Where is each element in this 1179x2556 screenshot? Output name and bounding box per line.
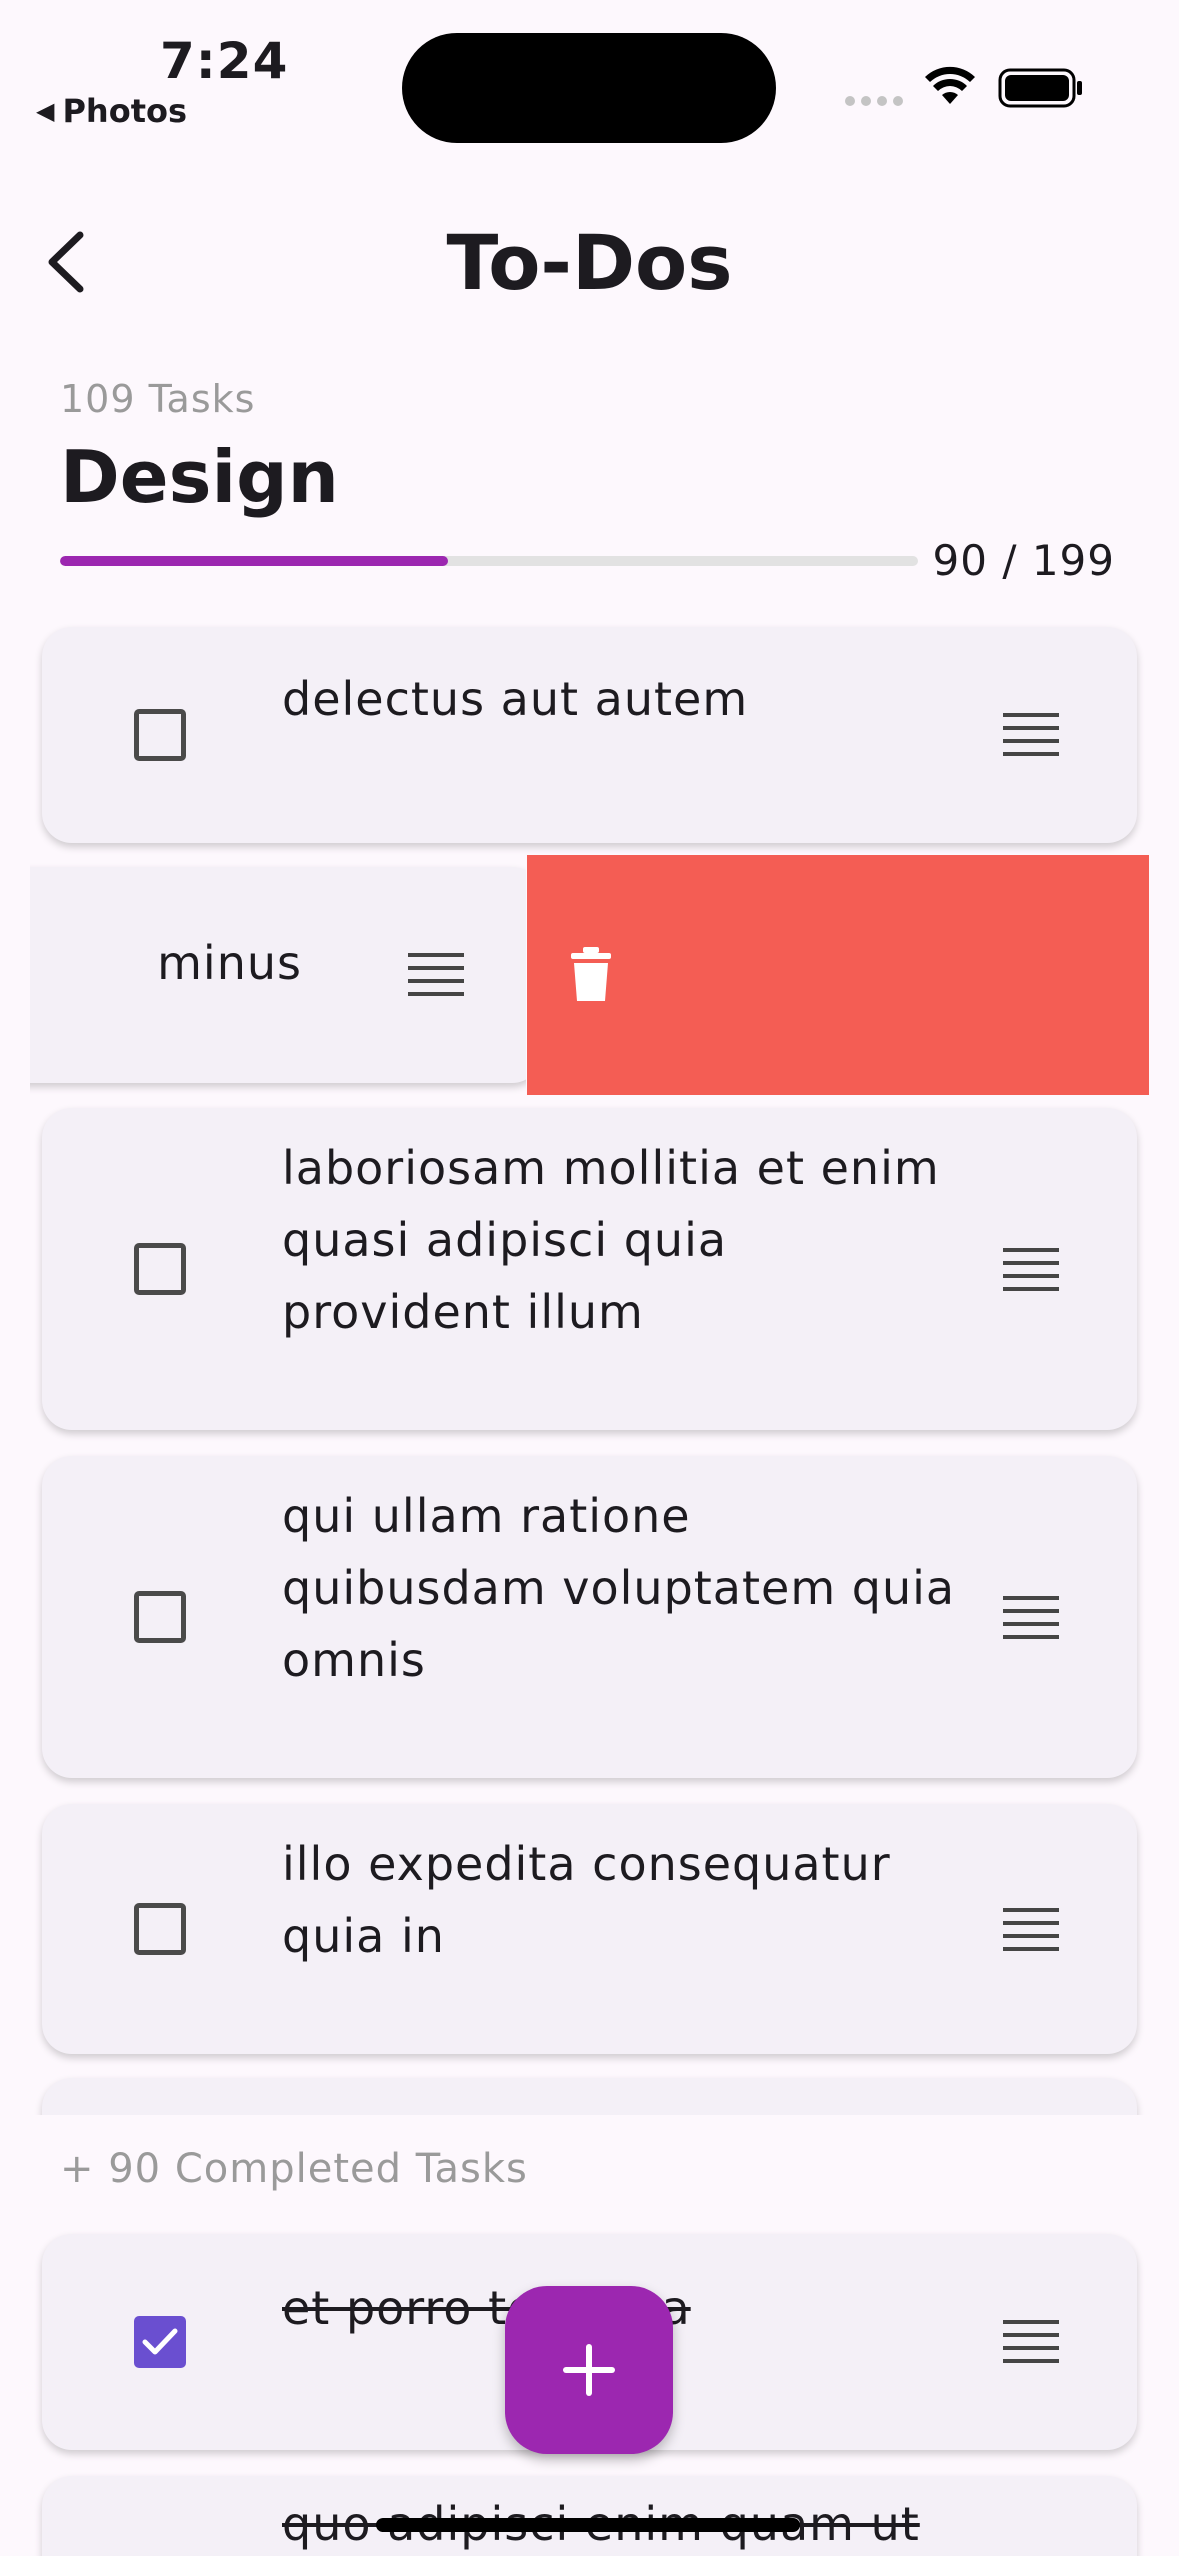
status-bar: 7:24 ◀ Photos bbox=[0, 0, 1179, 150]
task-text: delectus aut autem bbox=[282, 672, 749, 726]
drag-handle-icon[interactable] bbox=[1003, 2320, 1059, 2372]
wifi-icon bbox=[924, 66, 976, 110]
drag-handle-icon[interactable] bbox=[408, 953, 464, 1005]
home-indicator[interactable] bbox=[376, 2518, 800, 2532]
cellular-signal-icon bbox=[845, 96, 903, 106]
back-to-app-link[interactable]: ◀ Photos bbox=[36, 92, 187, 130]
task-text: illo expedita consequatur quia in bbox=[282, 1837, 891, 1963]
trash-icon bbox=[571, 947, 611, 1001]
task-text: minus bbox=[157, 936, 302, 990]
progress-fill bbox=[60, 556, 448, 566]
drag-handle-icon[interactable] bbox=[1003, 713, 1059, 765]
delete-swipe-action[interactable] bbox=[527, 855, 1149, 1095]
back-app-label: Photos bbox=[62, 92, 188, 130]
plus-icon bbox=[563, 2344, 615, 2396]
task-text: qui ullam ratione quibusdam voluptatem q… bbox=[282, 1489, 956, 1687]
task-card[interactable]: laboriosam mollitia et enim quasi adipis… bbox=[42, 1108, 1137, 1430]
task-card[interactable]: delectus aut autem bbox=[42, 627, 1137, 843]
app-bar: To-Dos bbox=[0, 200, 1179, 330]
page-title: To-Dos bbox=[446, 218, 733, 307]
task-checkbox[interactable] bbox=[134, 709, 186, 761]
drag-handle-icon[interactable] bbox=[1003, 1908, 1059, 1960]
check-icon bbox=[142, 2328, 178, 2355]
task-count: 109 Tasks bbox=[60, 377, 256, 421]
task-card[interactable]: illo expedita consequatur quia in bbox=[42, 1804, 1137, 2054]
task-card[interactable]: qui ullam ratione quibusdam voluptatem q… bbox=[42, 1456, 1137, 1778]
completed-task-card[interactable]: quo adipisci enim quam ut bbox=[42, 2476, 1137, 2556]
dynamic-island bbox=[402, 33, 776, 143]
drag-handle-icon[interactable] bbox=[1003, 1248, 1059, 1300]
completed-tasks-label[interactable]: + 90 Completed Tasks bbox=[60, 2146, 528, 2192]
task-text: laboriosam mollitia et enim quasi adipis… bbox=[282, 1141, 940, 1339]
swiped-card-clip: minus bbox=[30, 855, 526, 1095]
task-checkbox[interactable] bbox=[134, 1903, 186, 1955]
add-task-button[interactable] bbox=[505, 2286, 673, 2454]
task-checkbox-checked[interactable] bbox=[134, 2316, 186, 2368]
list-name: Design bbox=[60, 435, 339, 519]
battery-icon bbox=[998, 68, 1084, 112]
back-triangle-icon: ◀ bbox=[36, 97, 55, 125]
drag-handle-icon[interactable] bbox=[1003, 1596, 1059, 1648]
task-checkbox[interactable] bbox=[134, 1243, 186, 1295]
progress-bar bbox=[60, 556, 918, 566]
task-checkbox[interactable] bbox=[134, 1591, 186, 1643]
progress-text: 90 / 199 bbox=[932, 536, 1115, 585]
status-time: 7:24 bbox=[160, 32, 289, 90]
task-card[interactable]: minus bbox=[30, 867, 526, 1083]
